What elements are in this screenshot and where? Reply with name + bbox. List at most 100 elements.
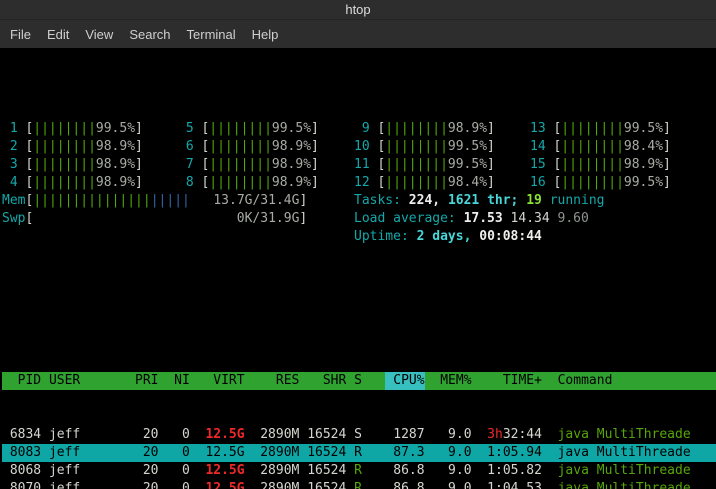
process-row[interactable]: 8083jeff20012.5G2890M16524R87.39.01:05.9… xyxy=(2,444,716,462)
cpu-meter-6: 6[||||||||98.9%] xyxy=(178,138,354,156)
process-table: 6834jeff20012.5G2890M16524S12879.03h32:4… xyxy=(2,426,716,489)
cpu-meter-value: 98.9% xyxy=(96,174,135,192)
cpu-meter-bars: |||||||| xyxy=(33,139,96,154)
cpu-meter-number: 9 xyxy=(354,120,370,138)
cpu-meter-3: 3[||||||||98.9%] xyxy=(2,156,178,174)
cpu-meter-7: 7[||||||||98.9%] xyxy=(178,156,354,174)
load-one-minute: 17.53 xyxy=(464,211,511,226)
cpu-meter-number: 6 xyxy=(178,138,194,156)
uptime-days: 2 days, xyxy=(417,229,480,244)
column-header-pri[interactable]: PRI xyxy=(119,372,158,390)
menu-item-view[interactable]: View xyxy=(77,25,121,44)
menu-item-edit[interactable]: Edit xyxy=(39,25,77,44)
cpu-meter-16: 16[||||||||99.5%] xyxy=(530,174,706,192)
cpu-meter-number: 13 xyxy=(530,120,546,138)
memory-meter-label: Mem xyxy=(2,193,25,208)
column-header-cmd[interactable]: Command xyxy=(542,372,716,390)
cpu-meter-bars: |||||||| xyxy=(209,139,272,154)
load-fifteen-minute: 9.60 xyxy=(558,211,589,226)
menu-item-file[interactable]: File xyxy=(2,25,39,44)
memory-meter-value: 13.7G/31.4G xyxy=(213,193,299,208)
cpu-meter-8: 8[||||||||98.9%] xyxy=(178,174,354,192)
memory-meter: Mem[|||||||||||||||||||| 13.7G/31.4G] xyxy=(2,192,354,210)
cpu-meter-number: 2 xyxy=(2,138,18,156)
meter-area: 1[||||||||99.5%]5[||||||||99.5%]9[||||||… xyxy=(2,120,716,246)
cpu-meter-15: 15[||||||||98.9%] xyxy=(530,156,706,174)
terminal-window: htop FileEditViewSearchTerminalHelp 1[||… xyxy=(0,0,716,489)
cpu-meter-number: 4 xyxy=(2,174,18,192)
cpu-meter-5: 5[||||||||99.5%] xyxy=(178,120,354,138)
cpu-meter-11: 11[||||||||99.5%] xyxy=(354,156,530,174)
uptime-label: Uptime: xyxy=(354,229,417,244)
process-row[interactable]: 8070jeff20012.5G2890M16524R86.89.01:04.5… xyxy=(2,480,716,489)
cpu-meter-number: 12 xyxy=(354,174,370,192)
process-row[interactable]: 8068jeff20012.5G2890M16524R86.89.01:05.8… xyxy=(2,462,716,480)
column-header-pid[interactable]: PID xyxy=(2,372,41,390)
cpu-meter-number: 16 xyxy=(530,174,546,192)
menu-item-terminal[interactable]: Terminal xyxy=(179,25,244,44)
tasks-label: Tasks: xyxy=(354,193,409,208)
cpu-meter-bars: |||||||| xyxy=(209,157,272,172)
cpu-meter-value: 98.9% xyxy=(272,156,311,174)
uptime-time: 00:08:44 xyxy=(479,229,542,244)
tasks-threads: 1621 thr; xyxy=(448,193,526,208)
load-five-minute: 14.34 xyxy=(511,211,558,226)
menu-bar: FileEditViewSearchTerminalHelp xyxy=(0,20,716,48)
cpu-meter-value: 99.5% xyxy=(624,174,663,192)
cpu-meter-bars: |||||||| xyxy=(561,157,624,172)
cpu-meter-bars: |||||||| xyxy=(561,175,624,190)
cpu-meter-number: 7 xyxy=(178,156,194,174)
cpu-meter-number: 14 xyxy=(530,138,546,156)
cpu-meter-number: 15 xyxy=(530,156,546,174)
column-header-res[interactable]: RES xyxy=(245,372,300,390)
cpu-meter-10: 10[||||||||99.5%] xyxy=(354,138,530,156)
cpu-meter-2: 2[||||||||98.9%] xyxy=(2,138,178,156)
cpu-meter-bars: |||||||| xyxy=(209,175,272,190)
cpu-meter-bars: |||||||| xyxy=(33,121,96,136)
sort-column-highlight: CPU% xyxy=(385,372,424,390)
blank-line xyxy=(2,300,716,318)
menu-item-help[interactable]: Help xyxy=(244,25,287,44)
swap-meter: Swp[0K/31.9G] xyxy=(2,210,354,228)
cpu-meter-value: 98.4% xyxy=(448,174,487,192)
column-header-s[interactable]: S xyxy=(346,372,362,390)
column-header-virt[interactable]: VIRT xyxy=(190,372,245,390)
column-header-user[interactable]: USER xyxy=(41,372,119,390)
cpu-meter-bars: |||||||| xyxy=(385,139,448,154)
cpu-meter-value: 99.5% xyxy=(448,156,487,174)
column-header-time[interactable]: TIME+ xyxy=(472,372,542,390)
cpu-meter-14: 14[||||||||98.4%] xyxy=(530,138,706,156)
cpu-meter-value: 98.9% xyxy=(448,120,487,138)
cpu-meter-bars: |||||||| xyxy=(209,121,272,136)
swap-meter-value: 0K/31.9G xyxy=(33,210,299,228)
cpu-meter-value: 99.5% xyxy=(624,120,663,138)
cpu-meter-value: 98.9% xyxy=(96,156,135,174)
swap-meter-label: Swp xyxy=(2,211,25,226)
cpu-meter-value: 98.9% xyxy=(96,138,135,156)
window-title: htop xyxy=(345,2,370,17)
cpu-meter-number: 11 xyxy=(354,156,370,174)
menu-item-search[interactable]: Search xyxy=(121,25,178,44)
column-header-mem[interactable]: MEM% xyxy=(425,372,472,390)
process-row[interactable]: 6834jeff20012.5G2890M16524S12879.03h32:4… xyxy=(2,426,716,444)
uptime-line: Uptime: 2 days, 00:08:44 xyxy=(354,228,706,246)
cpu-meter-bars: |||||||| xyxy=(385,175,448,190)
load-average-line: Load average: 17.53 14.34 9.60 xyxy=(354,210,706,228)
cpu-meter-number: 8 xyxy=(178,174,194,192)
cpu-meter-13: 13[||||||||99.5%] xyxy=(530,120,706,138)
cpu-meter-bars: |||||||| xyxy=(385,121,448,136)
cpu-meter-bars: |||||||| xyxy=(561,121,624,136)
column-header-shr[interactable]: SHR xyxy=(299,372,346,390)
tasks-line: Tasks: 224, 1621 thr; 19 running xyxy=(354,192,706,210)
cpu-meter-12: 12[||||||||98.4%] xyxy=(354,174,530,192)
tasks-running: 19 xyxy=(526,193,542,208)
cpu-meter-number: 1 xyxy=(2,120,18,138)
column-header-cpu[interactable]: CPU% xyxy=(362,372,425,390)
process-table-header: PIDUSERPRINIVIRTRESSHRS CPU%MEM%TIME+Comm… xyxy=(2,372,716,390)
cpu-meter-value: 98.9% xyxy=(272,174,311,192)
tasks-count: 224, xyxy=(409,193,448,208)
cpu-meter-number: 10 xyxy=(354,138,370,156)
cpu-meter-9: 9[||||||||98.9%] xyxy=(354,120,530,138)
column-header-ni[interactable]: NI xyxy=(159,372,190,390)
cpu-meter-value: 98.9% xyxy=(272,138,311,156)
